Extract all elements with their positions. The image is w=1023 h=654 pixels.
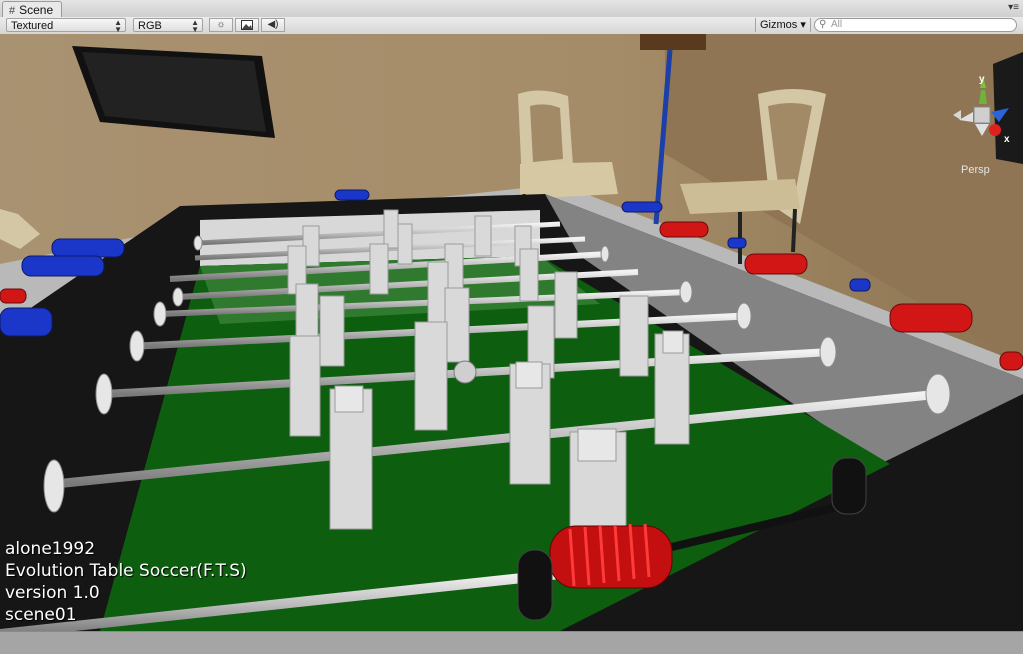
- audio-toggle-button[interactable]: ◀): [261, 18, 285, 32]
- gizmos-dropdown[interactable]: Gizmos ▾: [755, 18, 811, 32]
- scene-tab-label: Scene: [19, 3, 54, 17]
- game-info-overlay: alone1992 Evolution Table Soccer(F.T.S) …: [5, 538, 247, 626]
- tab-menu-icon[interactable]: ▾≡: [1008, 2, 1019, 13]
- image-icon: [241, 20, 253, 33]
- scene-label: scene01: [5, 605, 77, 625]
- render-mode-dropdown[interactable]: Textured ▲ ▼: [6, 18, 126, 34]
- scene-tab[interactable]: # Scene: [2, 1, 63, 18]
- lamp-shade: [640, 34, 706, 50]
- soccer-ball: [453, 360, 477, 384]
- scene-toolbar: Textured ▲ ▼ RGB ▲ ▼ ☼ ◀) Gizmos ▾ ⚲ All: [0, 17, 1023, 35]
- scene-grid-icon: #: [9, 5, 16, 17]
- search-icon: ⚲: [819, 19, 827, 30]
- game-title-label: Evolution Table Soccer(F.T.S): [5, 561, 247, 581]
- image-toggle-button[interactable]: [235, 18, 259, 32]
- y-axis-label: y: [979, 74, 985, 85]
- version-label: version 1.0: [5, 583, 100, 603]
- scene-orientation-gizmo[interactable]: y x Persp: [951, 70, 1017, 182]
- projection-label[interactable]: Persp: [961, 164, 990, 176]
- render-mode-value: Textured: [11, 20, 54, 32]
- author-label: alone1992: [5, 539, 96, 559]
- dropdown-arrows-icon: ▲ ▼: [114, 18, 122, 34]
- search-placeholder: All: [831, 19, 843, 30]
- status-bar: [0, 631, 1023, 654]
- sun-icon: ☼: [216, 19, 226, 30]
- scene-viewport[interactable]: y x Persp alone1992 Evolution Table Socc…: [0, 34, 1023, 631]
- color-mode-value: RGB: [138, 20, 162, 32]
- speaker-icon: ◀): [267, 19, 279, 30]
- scene-tab-bar: # Scene ▾≡: [0, 0, 1023, 18]
- x-axis-label: x: [1004, 134, 1010, 145]
- hierarchy-search-input[interactable]: ⚲ All: [814, 18, 1017, 32]
- dropdown-arrows-icon: ▲ ▼: [191, 18, 199, 34]
- color-mode-dropdown[interactable]: RGB ▲ ▼: [133, 18, 203, 34]
- lighting-toggle-button[interactable]: ☼: [209, 18, 233, 32]
